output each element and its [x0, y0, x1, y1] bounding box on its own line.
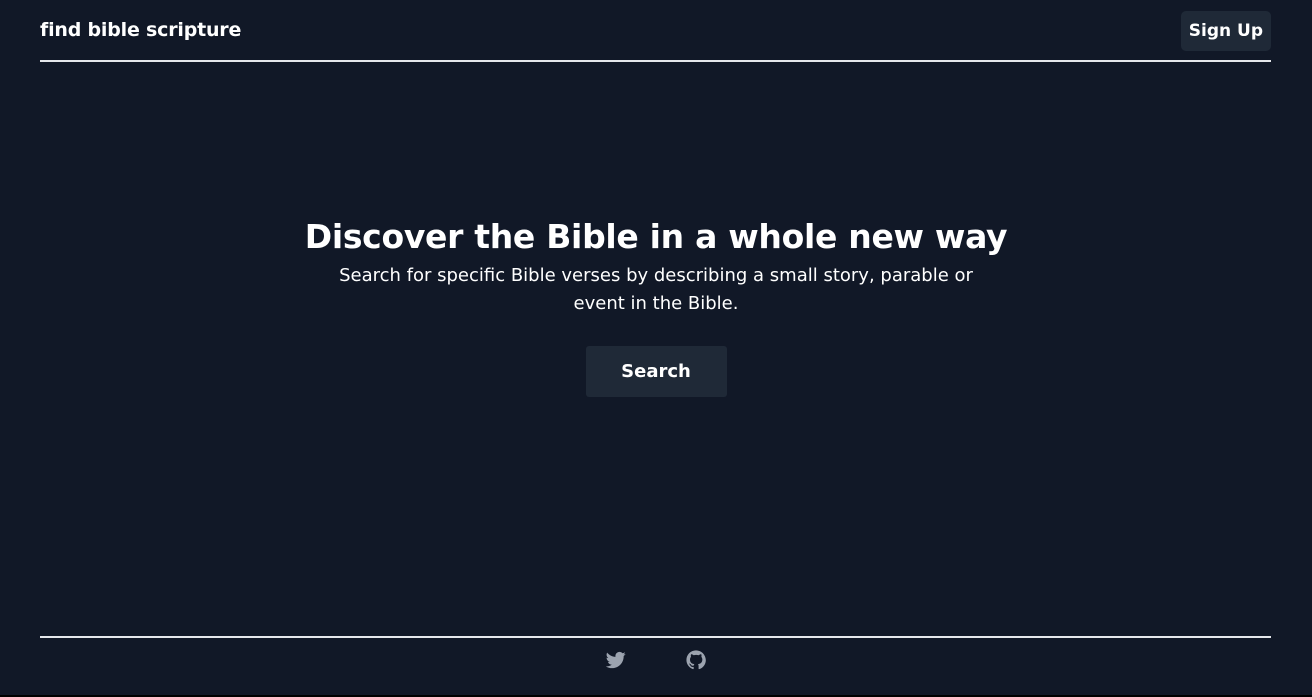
brand-title[interactable]: find bible scripture — [40, 19, 241, 41]
hero-title: Discover the Bible in a whole new way — [304, 217, 1008, 256]
site-footer — [40, 636, 1271, 697]
social-links — [40, 650, 1271, 670]
sign-up-button[interactable]: Sign Up — [1180, 10, 1271, 51]
hero-section: Discover the Bible in a whole new way Se… — [0, 212, 1312, 397]
search-button[interactable]: Search — [585, 346, 727, 397]
site-header: find bible scripture Sign Up — [40, 0, 1271, 62]
hero-subtitle: Search for specific Bible verses by desc… — [339, 265, 973, 314]
twitter-icon[interactable] — [605, 650, 626, 670]
github-icon[interactable] — [685, 650, 706, 670]
